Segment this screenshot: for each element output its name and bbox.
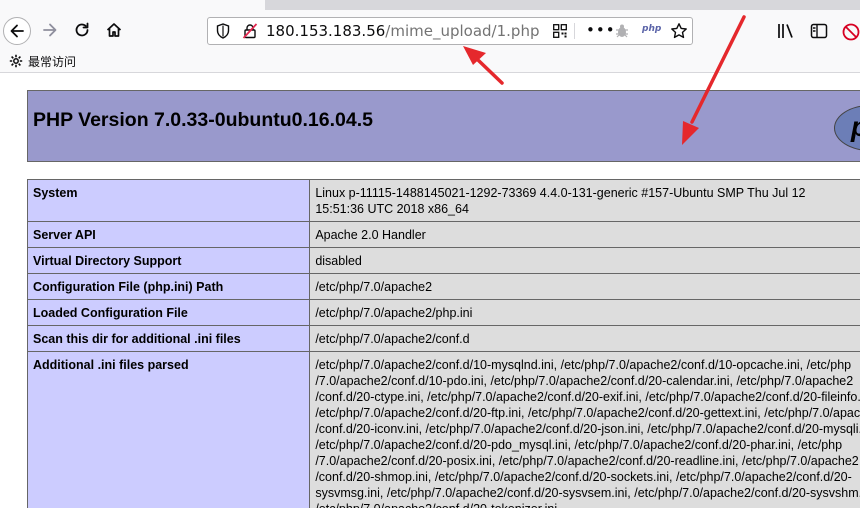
row-value: /etc/php/7.0/apache2/php.ini bbox=[309, 299, 860, 326]
value-line: /etc/php/7.0/apache2/conf.d/20-pdo_mysql… bbox=[315, 438, 843, 452]
url-text[interactable]: 180.153.183.56/mime_upload/1.php bbox=[266, 22, 539, 40]
table-row: System Linux p-11115-1488145021-1292-7336… bbox=[26, 179, 860, 222]
value-text: Apache 2.0 Handler bbox=[315, 228, 426, 242]
table-row: Configuration File (php.ini) Path/etc/ph… bbox=[26, 273, 860, 300]
php-logo[interactable]: php bbox=[834, 105, 860, 151]
value-line: /conf.d/20-iconv.ini, /etc/php/7.0/apach… bbox=[315, 422, 860, 436]
value-text: disabled bbox=[315, 254, 362, 268]
page-content: PHP Version 7.0.33-0ubuntu0.16.04.5 php … bbox=[0, 73, 860, 508]
bug-icon[interactable] bbox=[615, 23, 629, 39]
value-line: /conf.d/20-ctype.ini, /etc/php/7.0/apach… bbox=[315, 390, 860, 404]
page-title: PHP Version 7.0.33-0ubuntu0.16.04.5 bbox=[33, 109, 373, 131]
url-bar-separator bbox=[574, 23, 575, 39]
home-icon bbox=[106, 23, 122, 37]
qr-code-icon[interactable] bbox=[553, 24, 567, 38]
gear-icon bbox=[9, 54, 23, 68]
row-label: Loaded Configuration File bbox=[26, 299, 311, 326]
row-label: Additional .ini files parsed bbox=[26, 351, 311, 508]
extension-icon[interactable] bbox=[842, 23, 860, 41]
url-host: 180.153.183.56 bbox=[266, 22, 386, 40]
active-tab[interactable] bbox=[0, 0, 265, 10]
insecure-lock-icon[interactable] bbox=[242, 23, 258, 39]
value-line: /etc/php/7.0/apache2/conf.d/20-ftp.ini, … bbox=[315, 406, 860, 420]
row-value: Apache 2.0 Handler bbox=[309, 221, 860, 248]
table-row: Additional .ini files parsed/etc/php/7.0… bbox=[26, 351, 860, 508]
table-row: Server API Apache 2.0 Handler bbox=[26, 221, 860, 248]
row-label: Scan this dir for additional .ini files bbox=[26, 325, 311, 352]
value-line: sysvmsg.ini, /etc/php/7.0/apache2/conf.d… bbox=[315, 486, 860, 500]
url-path: /mime_upload/1.php bbox=[385, 22, 540, 40]
reload-button[interactable] bbox=[68, 16, 96, 44]
value-text: /etc/php/7.0/apache2/php.ini bbox=[315, 306, 473, 320]
value-text: /etc/php/7.0/apache2 bbox=[315, 280, 433, 294]
table-row: Loaded Configuration File/etc/php/7.0/ap… bbox=[26, 299, 860, 326]
shield-icon[interactable] bbox=[216, 23, 230, 39]
back-icon bbox=[10, 24, 24, 38]
bookmark-most-visited[interactable]: 最常访问 bbox=[28, 53, 76, 70]
table-row: Virtual Directory Support disabled bbox=[26, 247, 860, 274]
bookmarks-toolbar: 最常访问 bbox=[0, 50, 860, 73]
page-actions-menu-button[interactable]: ••• bbox=[586, 21, 616, 39]
forward-icon bbox=[43, 23, 57, 37]
back-button[interactable] bbox=[3, 17, 31, 45]
value-line: /etc/php/7.0/apache2/conf.d/20-tokenizer… bbox=[315, 501, 860, 508]
row-label: Virtual Directory Support bbox=[26, 247, 311, 274]
value-text: /etc/php/7.0/apache2/conf.d bbox=[315, 332, 470, 346]
forward-button[interactable] bbox=[36, 16, 64, 44]
table-row: Scan this dir for additional .ini files /… bbox=[26, 325, 860, 352]
sidebar-icon[interactable] bbox=[810, 23, 828, 39]
row-value: /etc/php/7.0/apache2/conf.d/10-mysqlnd.i… bbox=[309, 351, 860, 508]
value-line: /7.0/apache2/conf.d/10-pdo.ini, /etc/php… bbox=[315, 374, 854, 388]
php-logo-text: php bbox=[851, 111, 860, 143]
row-label: Server API bbox=[26, 221, 311, 248]
row-label: Configuration File (php.ini) Path bbox=[26, 273, 311, 300]
reload-icon bbox=[75, 22, 89, 37]
row-value: /etc/php/7.0/apache2 bbox=[309, 273, 860, 300]
row-value: /etc/php/7.0/apache2/conf.d bbox=[309, 325, 860, 352]
library-icon[interactable] bbox=[777, 23, 795, 39]
phpinfo-table: System Linux p-11115-1488145021-1292-7336… bbox=[26, 179, 860, 508]
value-line: /conf.d/20-shmop.ini, /etc/php/7.0/apach… bbox=[315, 470, 852, 484]
phpinfo-header: PHP Version 7.0.33-0ubuntu0.16.04.5 php bbox=[27, 90, 860, 162]
value-line: /etc/php/7.0/apache2/conf.d/10-mysqlnd.i… bbox=[315, 358, 852, 372]
value-text: Linux p-11115-1488145021-1292-73369 4.4.… bbox=[315, 186, 806, 216]
home-button[interactable] bbox=[100, 16, 128, 44]
star-icon[interactable] bbox=[670, 22, 688, 40]
tab-strip bbox=[0, 0, 860, 10]
navigation-toolbar: 180.153.183.56/mime_upload/1.php ••• php bbox=[0, 10, 860, 50]
tab-strip-background bbox=[265, 0, 860, 10]
php-extension-button[interactable]: php bbox=[642, 24, 661, 34]
value-line: /7.0/apache2/conf.d/20-posix.ini, /etc/p… bbox=[315, 454, 859, 468]
row-value: Linux p-11115-1488145021-1292-73369 4.4.… bbox=[309, 179, 860, 222]
row-label: System bbox=[26, 179, 311, 222]
row-value: disabled bbox=[309, 247, 860, 274]
address-bar[interactable]: 180.153.183.56/mime_upload/1.php ••• php bbox=[207, 17, 693, 45]
